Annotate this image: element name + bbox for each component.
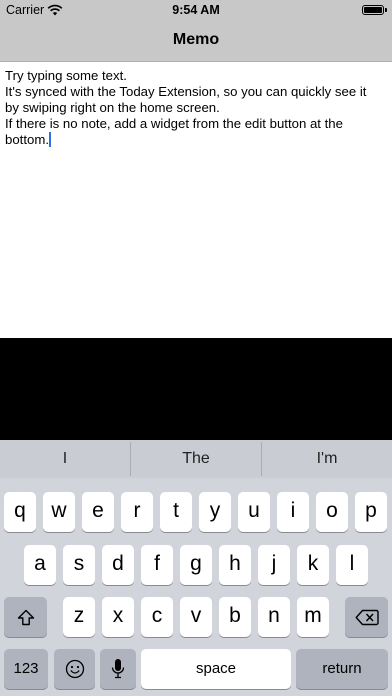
suggestion-item[interactable]: I [0,440,130,478]
key-j[interactable]: j [258,545,290,585]
emoji-key[interactable] [54,649,95,689]
key-u[interactable]: u [238,492,270,532]
space-key[interactable]: space [141,649,291,689]
key-d[interactable]: d [102,545,134,585]
delete-key[interactable] [345,597,388,637]
memo-text-view[interactable]: Try typing some text. It's synced with t… [0,62,392,338]
key-f[interactable]: f [141,545,173,585]
key-n[interactable]: n [258,597,290,637]
key-e[interactable]: e [82,492,114,532]
memo-line: by swiping right on the home screen. [5,100,220,115]
microphone-icon [100,658,136,680]
microphone-key[interactable] [100,649,136,689]
key-p[interactable]: p [355,492,387,532]
key-l[interactable]: l [336,545,368,585]
memo-line: It's synced with the Today Extension, so… [5,84,367,99]
memo-line: Try typing some text. [5,68,127,83]
key-q[interactable]: q [4,492,36,532]
battery-level [364,7,382,13]
page-title: Memo [172,31,220,48]
status-bar: Carrier 9:54 AM [0,0,392,20]
key-a[interactable]: a [24,545,56,585]
key-v[interactable]: v [180,597,212,637]
key-z[interactable]: z [63,597,95,637]
suggestion-item[interactable]: The [131,440,261,478]
key-r[interactable]: r [121,492,153,532]
delete-icon [345,609,388,626]
key-y[interactable]: y [199,492,231,532]
keyboard: I The I'm qwertyuiop asdfghjkl zxcvbnm 1… [0,440,392,696]
numbers-key[interactable]: 123 [4,649,48,689]
key-w[interactable]: w [43,492,75,532]
memo-line: bottom. [5,132,49,147]
return-key[interactable]: return [296,649,388,689]
battery-icon [362,5,387,15]
empty-area [0,338,392,440]
key-h[interactable]: h [219,545,251,585]
key-c[interactable]: c [141,597,173,637]
key-s[interactable]: s [63,545,95,585]
shift-key[interactable] [4,597,47,637]
navigation-bar: Memo [0,20,392,62]
emoji-icon [54,659,95,679]
key-i[interactable]: i [277,492,309,532]
key-x[interactable]: x [102,597,134,637]
key-o[interactable]: o [316,492,348,532]
key-t[interactable]: t [160,492,192,532]
status-time: 9:54 AM [172,3,220,17]
shift-icon [4,609,47,626]
key-m[interactable]: m [297,597,329,637]
key-k[interactable]: k [297,545,329,585]
key-g[interactable]: g [180,545,212,585]
memo-line: If there is no note, add a widget from t… [5,116,343,131]
key-b[interactable]: b [219,597,251,637]
suggestion-item[interactable]: I'm [262,440,392,478]
text-cursor [48,132,51,147]
suggestion-bar: I The I'm [0,440,392,478]
